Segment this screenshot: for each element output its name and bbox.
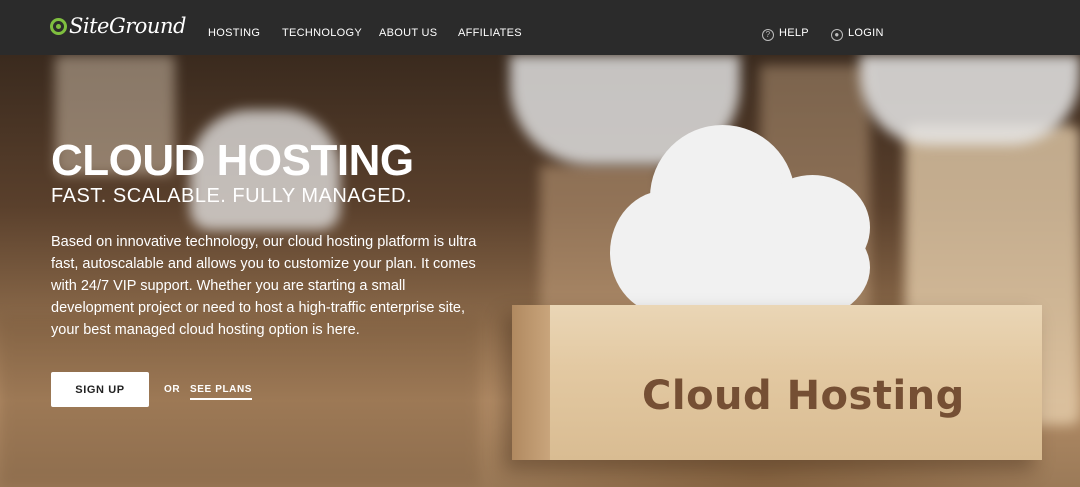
hero-section: Cloud Hosting CLOUD HOSTING FAST. SCALAB… bbox=[0, 55, 1080, 487]
logo-text: SiteGround bbox=[69, 14, 186, 38]
wooden-block-image: Cloud Hosting bbox=[512, 305, 1042, 460]
nav-about-us[interactable]: ABOUT US bbox=[379, 27, 437, 39]
see-plans-link[interactable]: SEE PLANS bbox=[190, 384, 253, 400]
cloud-cutout-image bbox=[610, 125, 875, 330]
nav-technology[interactable]: TECHNOLOGY bbox=[282, 27, 362, 39]
block-engraved-text: Cloud Hosting bbox=[642, 373, 965, 419]
top-navbar: SiteGround HOSTING TECHNOLOGY ABOUT US A… bbox=[0, 0, 1080, 55]
logo-icon bbox=[50, 17, 67, 35]
user-icon: ● bbox=[831, 29, 843, 41]
help-label: HELP bbox=[779, 27, 809, 39]
hero-title: CLOUD HOSTING bbox=[51, 136, 414, 185]
nav-hosting[interactable]: HOSTING bbox=[208, 27, 260, 39]
sign-up-button[interactable]: SIGN UP bbox=[51, 372, 149, 407]
hero-description: Based on innovative technology, our clou… bbox=[51, 234, 477, 338]
nav-help[interactable]: ? HELP bbox=[762, 27, 809, 41]
nav-login[interactable]: ● LOGIN bbox=[831, 27, 884, 41]
login-label: LOGIN bbox=[848, 27, 884, 39]
background-cloud-blur bbox=[860, 55, 1080, 145]
help-icon: ? bbox=[762, 29, 774, 41]
hero-subtitle: FAST. SCALABLE. FULLY MANAGED. bbox=[51, 185, 413, 207]
siteground-logo[interactable]: SiteGround bbox=[50, 14, 186, 38]
or-label: OR bbox=[164, 384, 181, 395]
nav-affiliates[interactable]: AFFILIATES bbox=[458, 27, 522, 39]
